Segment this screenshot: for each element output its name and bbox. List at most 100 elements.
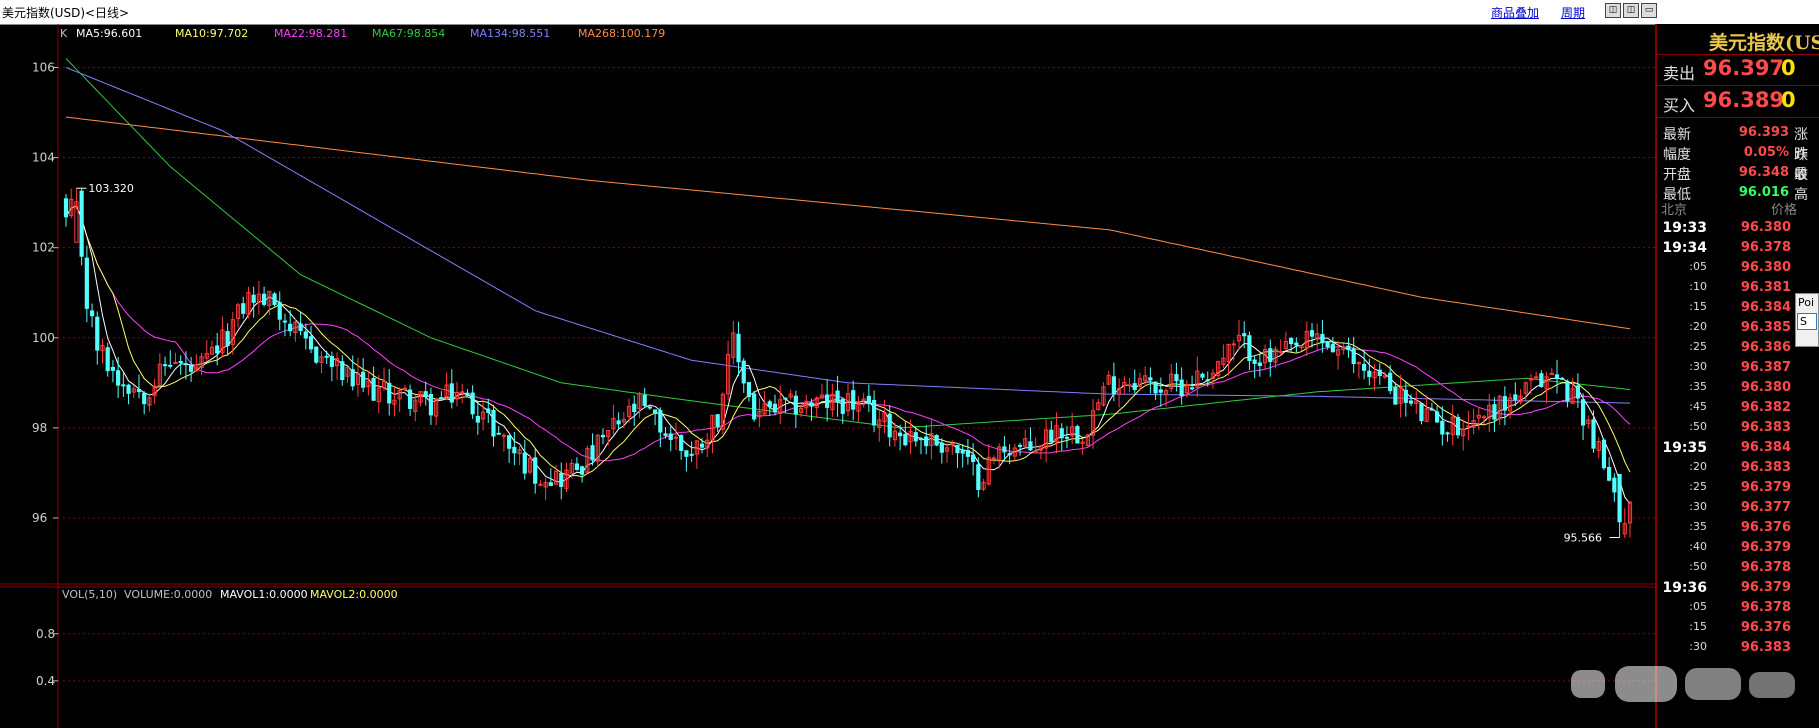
candle-down bbox=[350, 369, 355, 387]
candle-up bbox=[673, 436, 679, 439]
candle-down bbox=[939, 442, 944, 453]
candle-down bbox=[407, 389, 413, 409]
moving-average-lines bbox=[65, 58, 1631, 505]
candle-down bbox=[835, 390, 840, 403]
tick-time: :05 bbox=[1689, 600, 1707, 613]
period-link[interactable]: 周期 bbox=[1561, 4, 1585, 21]
sell-price: 96.397 bbox=[1703, 56, 1785, 80]
tick-time: :50 bbox=[1689, 420, 1707, 433]
kline-chart[interactable]: 96 98 100 102 104 106 103.320 95.566 0.4 0.8 K … bbox=[0, 24, 1655, 728]
tick-row: :30 96.387 bbox=[1657, 360, 1819, 380]
candle-down bbox=[1132, 383, 1137, 391]
tick-row: :20 96.383 bbox=[1657, 460, 1819, 480]
candle-down bbox=[1049, 429, 1054, 443]
tick-time: 19:33 bbox=[1662, 220, 1707, 236]
candle-down bbox=[262, 293, 267, 305]
candle-down bbox=[689, 453, 694, 456]
tick-time: 19:35 bbox=[1662, 440, 1707, 456]
legend-vol: VOL(5,10) bbox=[62, 588, 117, 601]
candle-down bbox=[1059, 428, 1064, 439]
candle-down bbox=[913, 432, 918, 442]
candle-down bbox=[971, 454, 976, 462]
ma-legend: K MA5:96.601 MA10:97.702 MA22:98.281 MA6… bbox=[60, 27, 665, 40]
candle-up bbox=[538, 483, 543, 486]
legend-ma67: MA67:98.854 bbox=[372, 27, 445, 40]
tick-price: 96.386 bbox=[1740, 340, 1791, 355]
quote-title: 美元指数(US bbox=[1709, 32, 1819, 54]
candle-down bbox=[903, 433, 908, 446]
legend-ma134: MA134:98.551 bbox=[470, 27, 550, 40]
candle-down bbox=[1252, 359, 1257, 364]
tick-time: :15 bbox=[1689, 620, 1707, 633]
candle-down bbox=[1591, 419, 1596, 449]
tick-time: :30 bbox=[1689, 360, 1707, 373]
tick-time: :25 bbox=[1689, 480, 1707, 493]
tick-row: :05 96.378 bbox=[1657, 600, 1819, 620]
candle-down bbox=[965, 450, 971, 457]
tick-time: :35 bbox=[1689, 520, 1707, 533]
candle-down bbox=[1189, 387, 1195, 390]
layout-panel-button[interactable]: ◫ bbox=[1623, 3, 1639, 18]
candle-down bbox=[699, 443, 705, 448]
quote-divider bbox=[1657, 117, 1819, 118]
candle-down bbox=[840, 398, 845, 414]
candle-down bbox=[924, 436, 929, 447]
candle-up bbox=[402, 387, 407, 390]
candle-down bbox=[898, 432, 903, 437]
y-tick-label: 106 bbox=[32, 61, 55, 75]
candle-down bbox=[866, 395, 871, 405]
candle-down bbox=[1492, 404, 1497, 420]
candle-down bbox=[63, 198, 69, 218]
legend-mavol2: MAVOL2:0.0000 bbox=[310, 588, 398, 601]
candle-down bbox=[647, 406, 652, 409]
tick-price: 96.382 bbox=[1740, 400, 1791, 415]
candle-down bbox=[934, 434, 939, 446]
candle-down bbox=[1174, 374, 1179, 382]
candle-down bbox=[121, 384, 126, 387]
candle-down bbox=[308, 336, 314, 350]
tick-price: 96.379 bbox=[1740, 540, 1791, 555]
candle-down bbox=[371, 377, 376, 401]
latest-label: 最新 bbox=[1663, 127, 1691, 143]
legend-ma268: MA268:100.179 bbox=[578, 27, 665, 40]
buy-price: 96.389 bbox=[1703, 88, 1785, 112]
candle-down bbox=[225, 331, 230, 347]
candle-down bbox=[387, 382, 392, 404]
candle-down bbox=[110, 366, 116, 371]
tick-price: 96.381 bbox=[1740, 280, 1791, 295]
candle-down bbox=[1617, 473, 1622, 523]
candle-down bbox=[960, 450, 965, 454]
candle-down bbox=[136, 388, 142, 393]
tick-time: :35 bbox=[1689, 380, 1707, 393]
candle-down bbox=[1153, 381, 1158, 394]
candle-down bbox=[1408, 400, 1414, 404]
side-popup[interactable]: Poi S bbox=[1795, 293, 1819, 347]
candle-down bbox=[1554, 374, 1560, 380]
candle-up bbox=[173, 362, 178, 365]
layout-split-button[interactable]: ◫ bbox=[1605, 3, 1621, 18]
candle-down bbox=[767, 401, 772, 408]
layout-single-button[interactable]: ▭ bbox=[1641, 3, 1657, 18]
popup-button[interactable]: S bbox=[1797, 313, 1817, 330]
tick-price: 96.376 bbox=[1740, 520, 1791, 535]
candle-down bbox=[1612, 477, 1617, 493]
candle-down bbox=[1560, 377, 1565, 380]
candle-down bbox=[1362, 364, 1367, 371]
candle-down bbox=[1325, 341, 1330, 348]
candle-down bbox=[1158, 389, 1163, 393]
candle-down bbox=[329, 356, 334, 367]
volume-legend: VOL(5,10) VOLUME:0.0000 MAVOL1:0.0000 MA… bbox=[62, 588, 398, 601]
tick-price: 96.378 bbox=[1740, 240, 1791, 255]
candle-down bbox=[658, 410, 663, 433]
candle-down bbox=[89, 310, 95, 317]
low-marker-label: 95.566 bbox=[1564, 531, 1603, 544]
candle-down bbox=[1565, 380, 1570, 402]
candle-up bbox=[1231, 343, 1236, 346]
overlay-commodity-link[interactable]: 商品叠加 bbox=[1491, 4, 1539, 21]
candle-down bbox=[105, 347, 110, 372]
candle-down bbox=[976, 464, 981, 491]
tick-price: 96.387 bbox=[1740, 360, 1791, 375]
candle-down bbox=[314, 346, 319, 363]
y-tick-label: 96 bbox=[32, 511, 47, 525]
tick-row: :50 96.383 bbox=[1657, 420, 1819, 440]
